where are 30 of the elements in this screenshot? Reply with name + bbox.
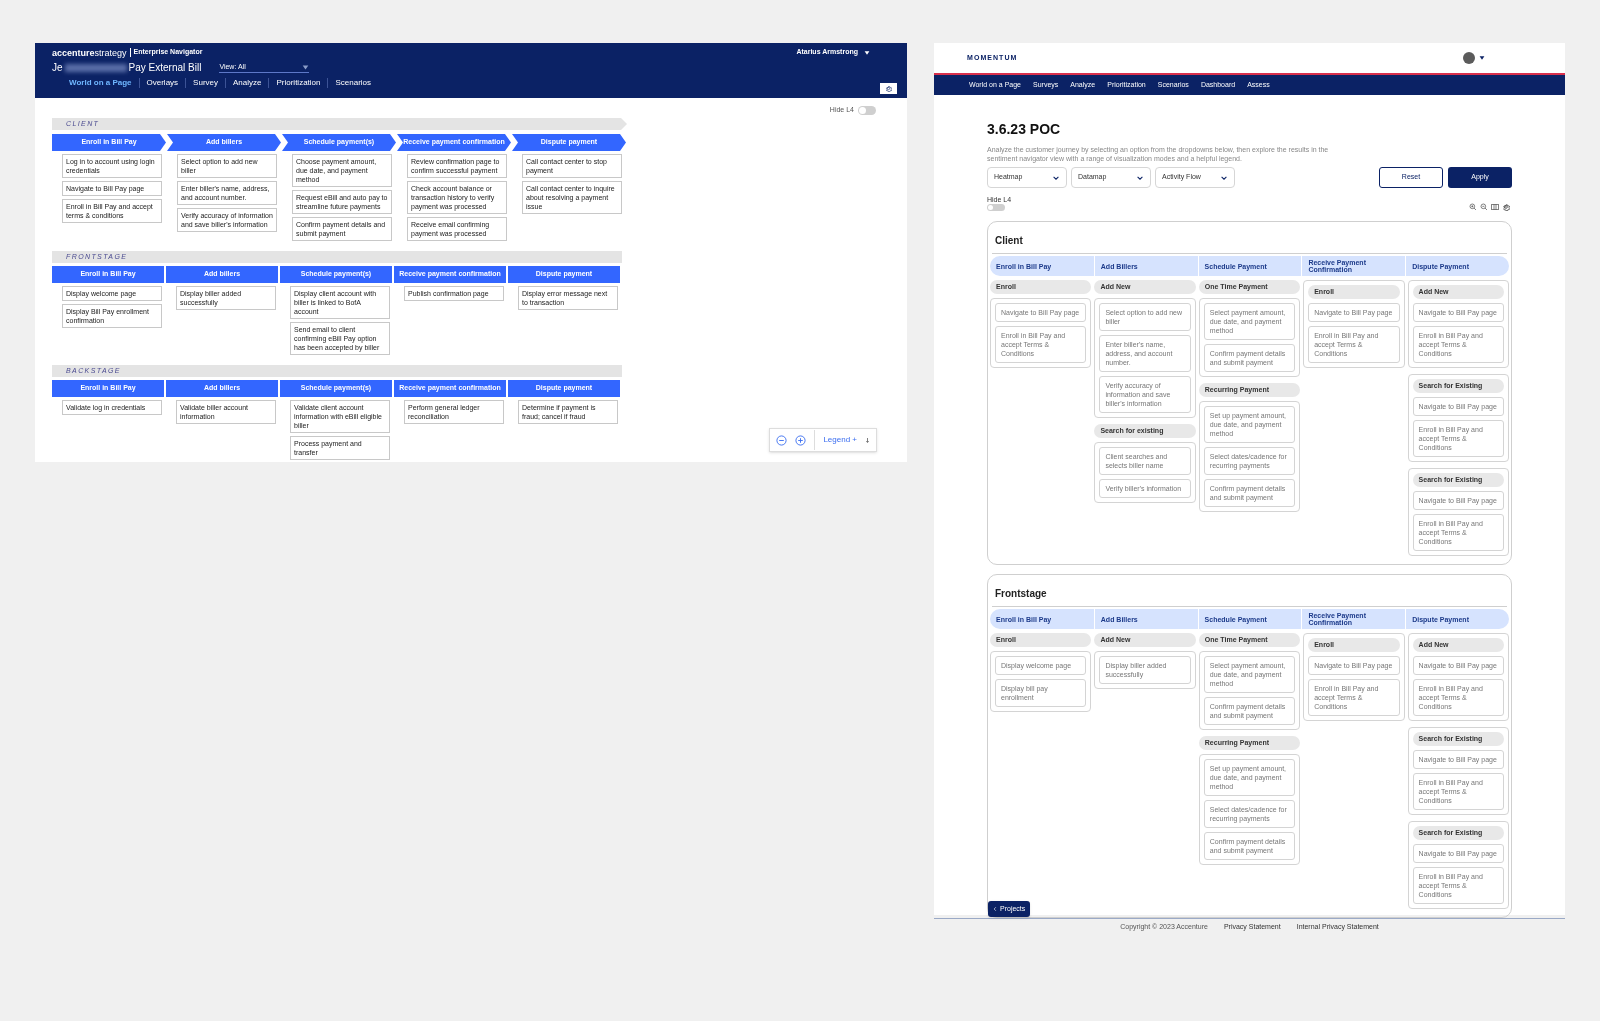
nav-tab[interactable]: Prioritization bbox=[268, 78, 328, 88]
page-title: Je bbox=[52, 61, 63, 75]
lane-title: Frontstage bbox=[994, 587, 1048, 601]
legend-button[interactable]: Legend + bbox=[823, 434, 857, 446]
zoom-out-icon[interactable] bbox=[776, 434, 788, 446]
arrow-icon[interactable] bbox=[865, 436, 870, 444]
page-title: Pay External Bill bbox=[128, 61, 202, 75]
zoom-in-icon[interactable] bbox=[1469, 203, 1477, 211]
settings-button[interactable] bbox=[880, 83, 897, 94]
zoom-out-icon[interactable] bbox=[1480, 203, 1488, 211]
caret-icon[interactable] bbox=[1479, 55, 1485, 61]
toggle-switch[interactable] bbox=[858, 105, 876, 115]
caret-icon[interactable] bbox=[864, 49, 870, 56]
nav-tab[interactable]: World on a Page bbox=[69, 78, 139, 88]
logo-text: accenturestrategy bbox=[52, 47, 127, 58]
caret-icon bbox=[302, 63, 310, 71]
columns-icon[interactable] bbox=[1491, 203, 1499, 211]
nav-tab[interactable]: Scenarios bbox=[327, 78, 379, 88]
redacted-block bbox=[64, 63, 127, 72]
toggle-switch[interactable] bbox=[987, 204, 1005, 211]
lane-title: Client bbox=[994, 234, 1024, 248]
avatar[interactable] bbox=[1463, 52, 1475, 64]
settings-icon[interactable] bbox=[1502, 203, 1510, 211]
nav-tab[interactable]: Analyze bbox=[225, 78, 269, 88]
zoom-in-icon[interactable] bbox=[795, 434, 807, 446]
nav-tab[interactable]: Overlays bbox=[138, 78, 186, 88]
nav-tab[interactable]: Survey bbox=[185, 78, 225, 88]
page-title: 3.6.23 POC bbox=[987, 121, 1062, 137]
chevron-left-icon bbox=[993, 906, 997, 912]
settings-icon bbox=[885, 85, 892, 92]
